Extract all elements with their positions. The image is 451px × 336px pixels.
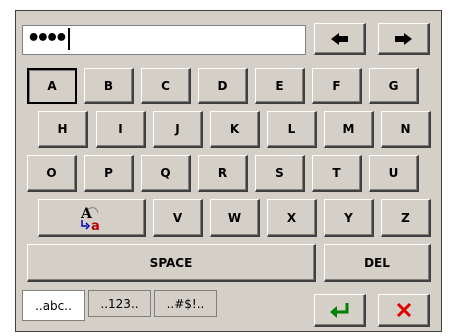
key-label: C [161,78,170,93]
enter-icon [329,303,348,318]
tab-numbers[interactable]: ..123.. [88,290,151,317]
key-g[interactable]: G [369,68,419,104]
key-l[interactable]: L [267,111,317,148]
key-label: X [286,210,297,225]
key-s[interactable]: S [255,155,305,192]
password-value: •••• [27,26,68,51]
password-field[interactable]: •••• [22,25,306,55]
tab-label: ..#$!.. [166,296,205,311]
key-label: R [217,166,228,180]
key-label: S [275,166,284,180]
key-label: SPACE [149,255,193,270]
key-label: Y [344,210,353,225]
tab-symbols[interactable]: ..#$!.. [154,290,217,317]
key-c[interactable]: C [141,68,191,104]
key-z[interactable]: Z [381,199,431,237]
key-label: L [287,122,296,136]
key-r[interactable]: R [198,155,248,192]
key-q[interactable]: Q [141,155,191,192]
key-label: V [172,210,183,225]
space-button[interactable]: SPACE [27,244,316,282]
key-label: P [104,166,113,180]
key-d[interactable]: D [198,68,248,104]
key-label: DEL [364,255,390,270]
cursor-right-button[interactable] [378,23,430,55]
enter-button[interactable] [314,294,366,327]
key-k[interactable]: K [210,111,260,148]
key-t[interactable]: T [312,155,362,192]
key-label: H [57,122,68,136]
key-label: K [229,122,240,136]
key-label: T [332,166,341,180]
key-u[interactable]: U [369,155,419,192]
key-label: O [46,166,57,180]
key-y[interactable]: Y [324,199,374,237]
key-j[interactable]: J [153,111,203,148]
key-label: J [175,122,180,136]
key-h[interactable]: H [38,111,88,148]
key-m[interactable]: M [324,111,374,148]
cancel-button[interactable] [378,294,430,327]
key-label: D [217,78,228,93]
key-a[interactable]: A [27,68,77,104]
key-label: G [388,78,399,93]
cancel-icon [396,302,411,318]
key-label: A [47,79,57,93]
key-b[interactable]: B [84,68,134,104]
text-caret [67,28,70,50]
tab-label: ..abc.. [35,298,72,313]
key-label: Z [401,210,410,225]
tab-label: ..123.. [100,296,139,311]
key-f[interactable]: F [312,68,362,104]
key-label: F [332,78,341,93]
svg-text:a: a [91,219,100,231]
key-e[interactable]: E [255,68,305,104]
key-label: I [118,122,123,136]
key-x[interactable]: X [267,199,317,237]
key-label: B [103,78,114,93]
delete-button[interactable]: DEL [324,244,431,282]
key-label: M [342,122,355,136]
key-label: W [227,210,242,225]
key-n[interactable]: N [381,111,431,148]
key-label: U [388,166,399,180]
tab-letters[interactable]: ..abc.. [22,290,85,321]
key-i[interactable]: I [96,111,146,148]
key-p[interactable]: P [84,155,134,192]
key-w[interactable]: W [210,199,260,237]
right-arrow-icon [394,32,412,45]
shift-case-button[interactable]: A a [38,199,146,237]
key-label: E [275,78,284,93]
key-label: Q [160,166,171,180]
case-toggle-icon: A a [80,206,100,231]
key-v[interactable]: V [153,199,203,237]
cursor-left-button[interactable] [314,23,366,55]
left-arrow-icon [330,32,348,45]
key-label: N [400,122,411,136]
key-o[interactable]: O [27,155,77,192]
